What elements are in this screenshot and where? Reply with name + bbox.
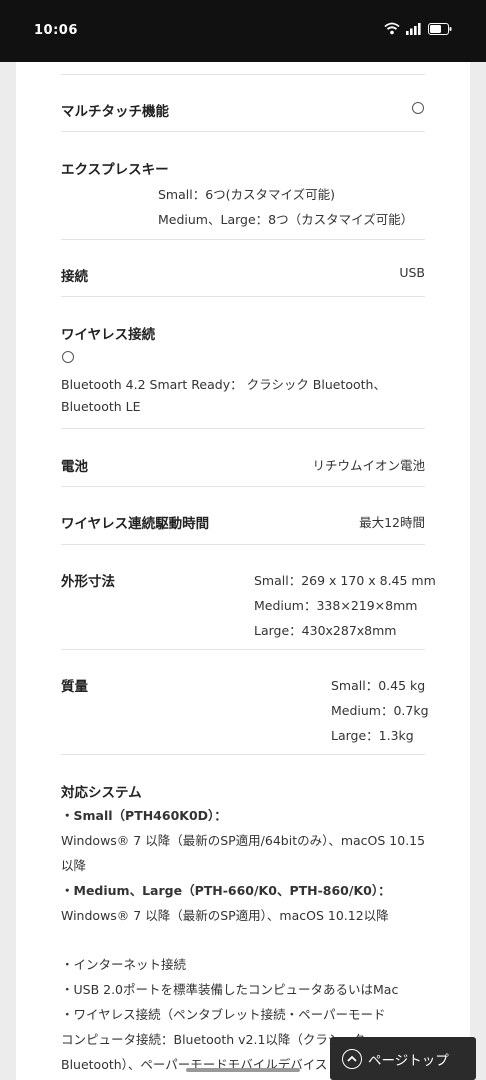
weight-small: Small：0.45 kg bbox=[331, 678, 426, 693]
chevron-up-icon bbox=[342, 1048, 362, 1069]
divider bbox=[61, 544, 425, 545]
dimensions-label: 外形寸法 bbox=[61, 574, 115, 590]
systems-ml-line1: Windows® 7 以降（最新のSP適用）、macOS 10.12以降 bbox=[61, 908, 389, 923]
circle-mark-icon bbox=[62, 351, 74, 363]
wireless-label: ワイヤレス接続 bbox=[61, 327, 156, 343]
multitouch-label: マルチタッチ機能 bbox=[61, 104, 169, 120]
status-bar: 10:06 bbox=[0, 0, 486, 62]
requirement-line: ・インターネット接続 bbox=[61, 957, 187, 972]
divider bbox=[61, 74, 425, 75]
express-keys-small: Small：6つ(カスタマイズ可能) bbox=[158, 187, 336, 202]
status-icons bbox=[384, 22, 452, 35]
page-top-label: ページトップ bbox=[368, 1052, 449, 1069]
page-top-button[interactable]: ページトップ bbox=[330, 1037, 476, 1080]
express-keys-medium-large: Medium、Large：8つ（カスタマイズ可能） bbox=[158, 212, 414, 227]
wireless-line2: Bluetooth LE bbox=[61, 399, 141, 414]
divider bbox=[61, 296, 425, 297]
divider bbox=[61, 754, 425, 755]
signal-icon bbox=[406, 22, 421, 35]
weight-label: 質量 bbox=[61, 679, 88, 695]
requirement-line: ・ワイヤレス接続（ペンタブレット接続・ペーパーモード bbox=[61, 1007, 386, 1022]
divider bbox=[61, 649, 425, 650]
wifi-icon bbox=[384, 22, 400, 35]
circle-mark-icon bbox=[412, 102, 424, 114]
battery-label: 電池 bbox=[61, 459, 88, 475]
requirement-line: コンピュータ接続：Bluetooth v2.1以降（クラシック bbox=[61, 1032, 366, 1047]
wireless-time-label: ワイヤレス連続駆動時間 bbox=[61, 516, 210, 532]
status-time: 10:06 bbox=[34, 23, 78, 38]
systems-small-heading: ・Small（PTH460K0D）： bbox=[61, 808, 227, 823]
divider bbox=[61, 239, 425, 240]
dimensions-large: Large：430x287x8mm bbox=[254, 623, 397, 638]
systems-label: 対応システム bbox=[61, 785, 142, 801]
systems-small-line2: 以降 bbox=[61, 858, 87, 873]
home-indicator bbox=[186, 1068, 300, 1072]
express-keys-label: エクスプレスキー bbox=[61, 162, 169, 178]
divider bbox=[61, 131, 425, 132]
systems-ml-heading: ・Medium、Large（PTH-660/K0、PTH-860/K0）： bbox=[61, 883, 391, 898]
systems-small-line1: Windows® 7 以降（最新のSP適用/64bitのみ）、macOS 10.… bbox=[61, 833, 426, 848]
spec-card: マルチタッチ機能 エクスプレスキー Small：6つ(カスタマイズ可能) Med… bbox=[16, 62, 470, 1080]
battery-value: リチウムイオン電池 bbox=[312, 458, 425, 473]
weight-medium: Medium：0.7kg bbox=[331, 703, 429, 718]
requirement-line: ・USB 2.0ポートを標準装備したコンピュータあるいはMac bbox=[61, 982, 399, 997]
dimensions-medium: Medium：338×219×8mm bbox=[254, 598, 418, 613]
requirement-line: Bluetooth）、ペーパーモードモバイルデバイス bbox=[61, 1057, 328, 1072]
weight-large: Large：1.3kg bbox=[331, 728, 414, 743]
connection-value: USB bbox=[399, 265, 425, 280]
wireless-line1: Bluetooth 4.2 Smart Ready： クラシック Bluetoo… bbox=[61, 377, 386, 392]
dimensions-small: Small：269 x 170 x 8.45 mm bbox=[254, 573, 436, 588]
divider bbox=[61, 486, 425, 487]
wireless-time-value: 最大12時間 bbox=[359, 515, 425, 530]
battery-icon bbox=[428, 22, 452, 35]
connection-label: 接続 bbox=[61, 269, 88, 285]
divider bbox=[61, 428, 425, 429]
